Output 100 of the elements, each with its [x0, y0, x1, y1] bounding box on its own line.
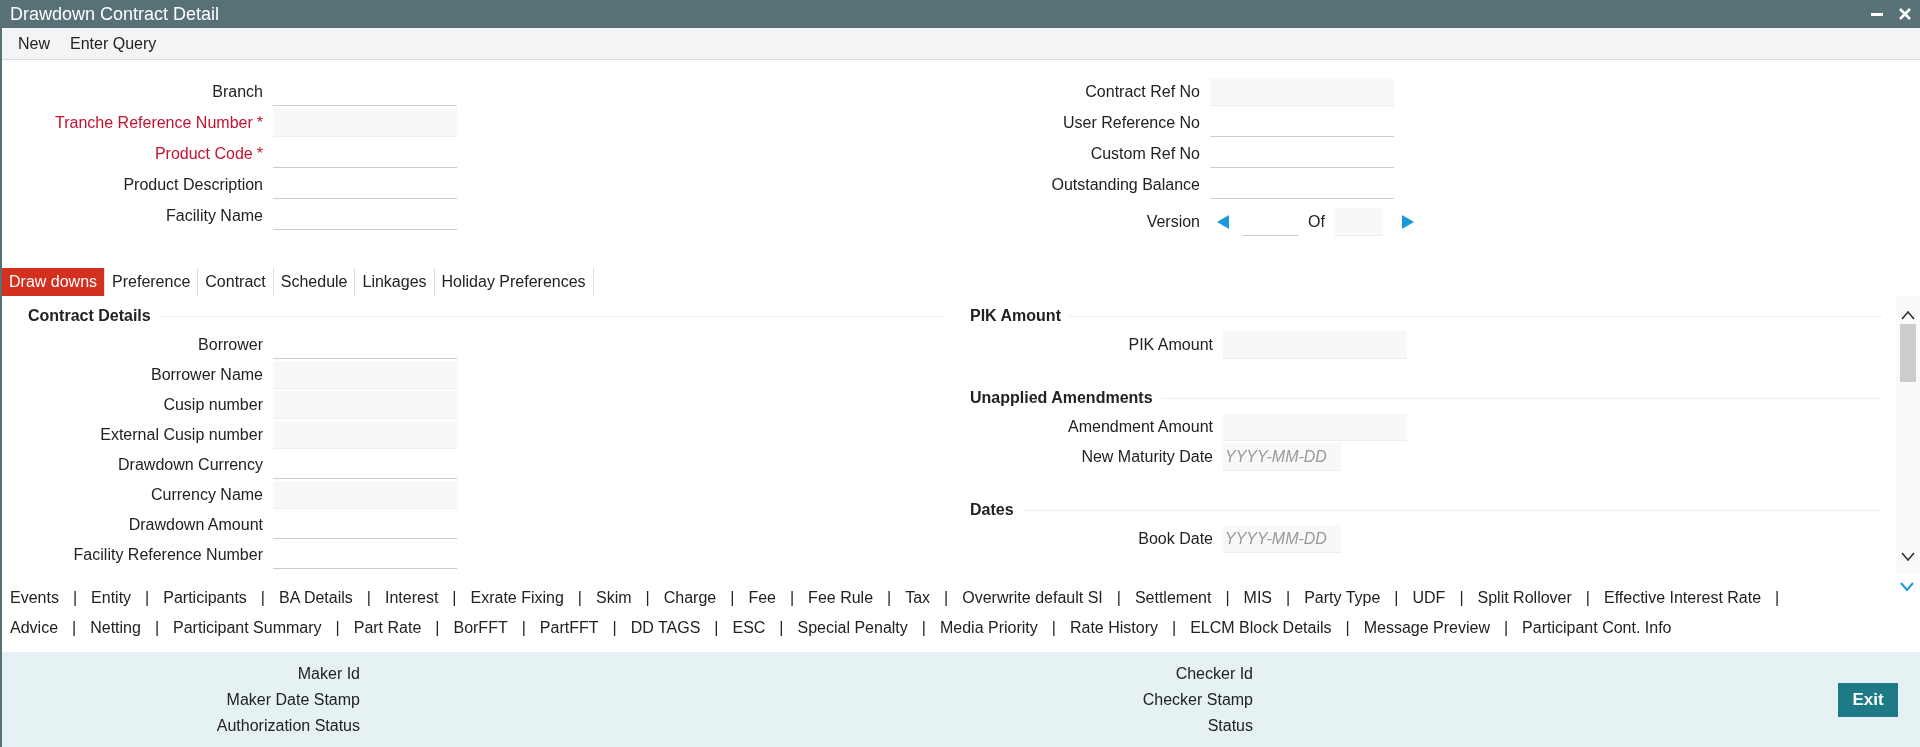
link[interactable]: Message Preview: [1363, 619, 1490, 637]
separator: |: [921, 619, 926, 637]
exit-button[interactable]: Exit: [1838, 682, 1898, 717]
field-label: Cusip number: [162, 396, 264, 414]
link[interactable]: Charge: [663, 589, 717, 607]
separator: |: [335, 619, 340, 637]
link[interactable]: Skim: [596, 589, 632, 607]
link[interactable]: Settlement: [1134, 589, 1212, 607]
field-label: Tranche Reference Number *: [54, 113, 264, 132]
field-label: Borrower Name: [149, 366, 264, 384]
close-icon[interactable]: [1898, 7, 1912, 21]
separator: |: [645, 589, 650, 607]
link[interactable]: Netting: [90, 619, 141, 637]
separator: |: [577, 589, 582, 607]
link[interactable]: Part Rate: [353, 619, 422, 637]
link[interactable]: Fee: [748, 589, 776, 607]
separator: |: [1051, 619, 1056, 637]
link[interactable]: Effective Interest Rate: [1603, 589, 1762, 607]
scroll-up-icon[interactable]: [1901, 310, 1915, 320]
separator: |: [1585, 589, 1590, 607]
audit-label: Maker Id: [296, 664, 360, 683]
link[interactable]: MIS: [1243, 589, 1272, 607]
field-label: Custom Ref No: [1089, 144, 1201, 163]
separator: |: [779, 619, 784, 637]
separator: |: [944, 589, 949, 607]
separator: |: [1345, 619, 1350, 637]
field-label: Product Description: [122, 175, 264, 194]
link[interactable]: Interest: [384, 589, 439, 607]
scroll-thumb[interactable]: [1900, 324, 1916, 382]
link[interactable]: BA Details: [279, 589, 353, 607]
separator: |: [72, 619, 77, 637]
separator: |: [72, 589, 78, 607]
link[interactable]: Entity: [91, 589, 132, 607]
field-label: Facility Reference Number: [72, 546, 264, 564]
separator: |: [1286, 589, 1291, 607]
link[interactable]: Rate History: [1069, 619, 1158, 637]
field-label: Facility Name: [165, 206, 264, 225]
separator: |: [366, 589, 371, 607]
separator: |: [1394, 589, 1399, 607]
link[interactable]: Media Priority: [939, 619, 1038, 637]
link[interactable]: Party Type: [1304, 589, 1381, 607]
link[interactable]: Advice: [10, 619, 59, 637]
date-field[interactable]: YYYY-MM-DD: [1223, 525, 1341, 553]
separator: |: [1775, 589, 1780, 607]
link[interactable]: ESC: [732, 619, 766, 637]
link[interactable]: DD TAGS: [630, 619, 701, 637]
link[interactable]: Participants: [163, 589, 247, 607]
separator: |: [1459, 589, 1464, 607]
of-label: Of: [1308, 212, 1325, 231]
scroll-down-icon[interactable]: [1901, 552, 1915, 562]
field-label: Product Code *: [153, 144, 264, 163]
field-label: Contract Ref No: [1084, 82, 1201, 101]
link[interactable]: BorFFT: [453, 619, 508, 637]
link[interactable]: Exrate Fixing: [470, 589, 564, 607]
section-heading: Unapplied Amendments: [970, 389, 1153, 407]
separator: |: [612, 619, 617, 637]
link[interactable]: Tax: [905, 589, 931, 607]
link[interactable]: ELCM Block Details: [1190, 619, 1332, 637]
field-label: Currency Name: [149, 486, 264, 504]
field-label: User Reference No: [1062, 113, 1201, 132]
link[interactable]: Participant Cont. Info: [1522, 619, 1672, 637]
scrollbar[interactable]: [1896, 296, 1920, 574]
audit-label: Status: [1206, 716, 1253, 735]
field-label: New Maturity Date: [1080, 448, 1214, 466]
tab[interactable]: Draw downs: [2, 268, 106, 296]
field-label: Borrower: [197, 336, 264, 354]
link[interactable]: Special Penalty: [797, 619, 908, 637]
link[interactable]: Participant Summary: [173, 619, 322, 637]
section-heading: PIK Amount: [970, 307, 1061, 325]
field-label: Version: [1145, 212, 1201, 231]
link[interactable]: PartFFT: [539, 619, 599, 637]
toolbar-button[interactable]: New: [10, 30, 58, 57]
separator: |: [435, 619, 440, 637]
separator: |: [789, 589, 795, 607]
toolbar-button[interactable]: Enter Query: [62, 30, 165, 57]
audit-label: Authorization Status: [215, 716, 360, 735]
next-icon[interactable]: [1400, 213, 1415, 230]
separator: |: [452, 589, 457, 607]
separator: |: [1503, 619, 1509, 637]
section-heading: Dates: [970, 501, 1014, 519]
link[interactable]: UDF: [1412, 589, 1446, 607]
date-field[interactable]: YYYY-MM-DD: [1223, 443, 1341, 471]
previous-icon[interactable]: [1216, 213, 1230, 230]
field-label: Book Date: [1137, 530, 1214, 548]
separator: |: [730, 589, 735, 607]
separator: |: [714, 619, 719, 637]
audit-label: Maker Date Stamp: [225, 690, 360, 709]
link[interactable]: Events: [10, 589, 59, 607]
separator: |: [1225, 589, 1230, 607]
separator: |: [1116, 589, 1121, 607]
separator: |: [887, 589, 892, 607]
field-label: Drawdown Currency: [117, 456, 264, 474]
field-label: External Cusip number: [99, 426, 264, 444]
separator: |: [260, 589, 265, 607]
audit-label: Checker Id: [1174, 664, 1253, 683]
separator: |: [145, 589, 150, 607]
link[interactable]: Fee Rule: [808, 589, 874, 607]
link[interactable]: Overwrite default SI: [962, 589, 1103, 607]
chevron-down-icon[interactable]: [1900, 582, 1914, 592]
link[interactable]: Split Rollover: [1477, 589, 1572, 607]
